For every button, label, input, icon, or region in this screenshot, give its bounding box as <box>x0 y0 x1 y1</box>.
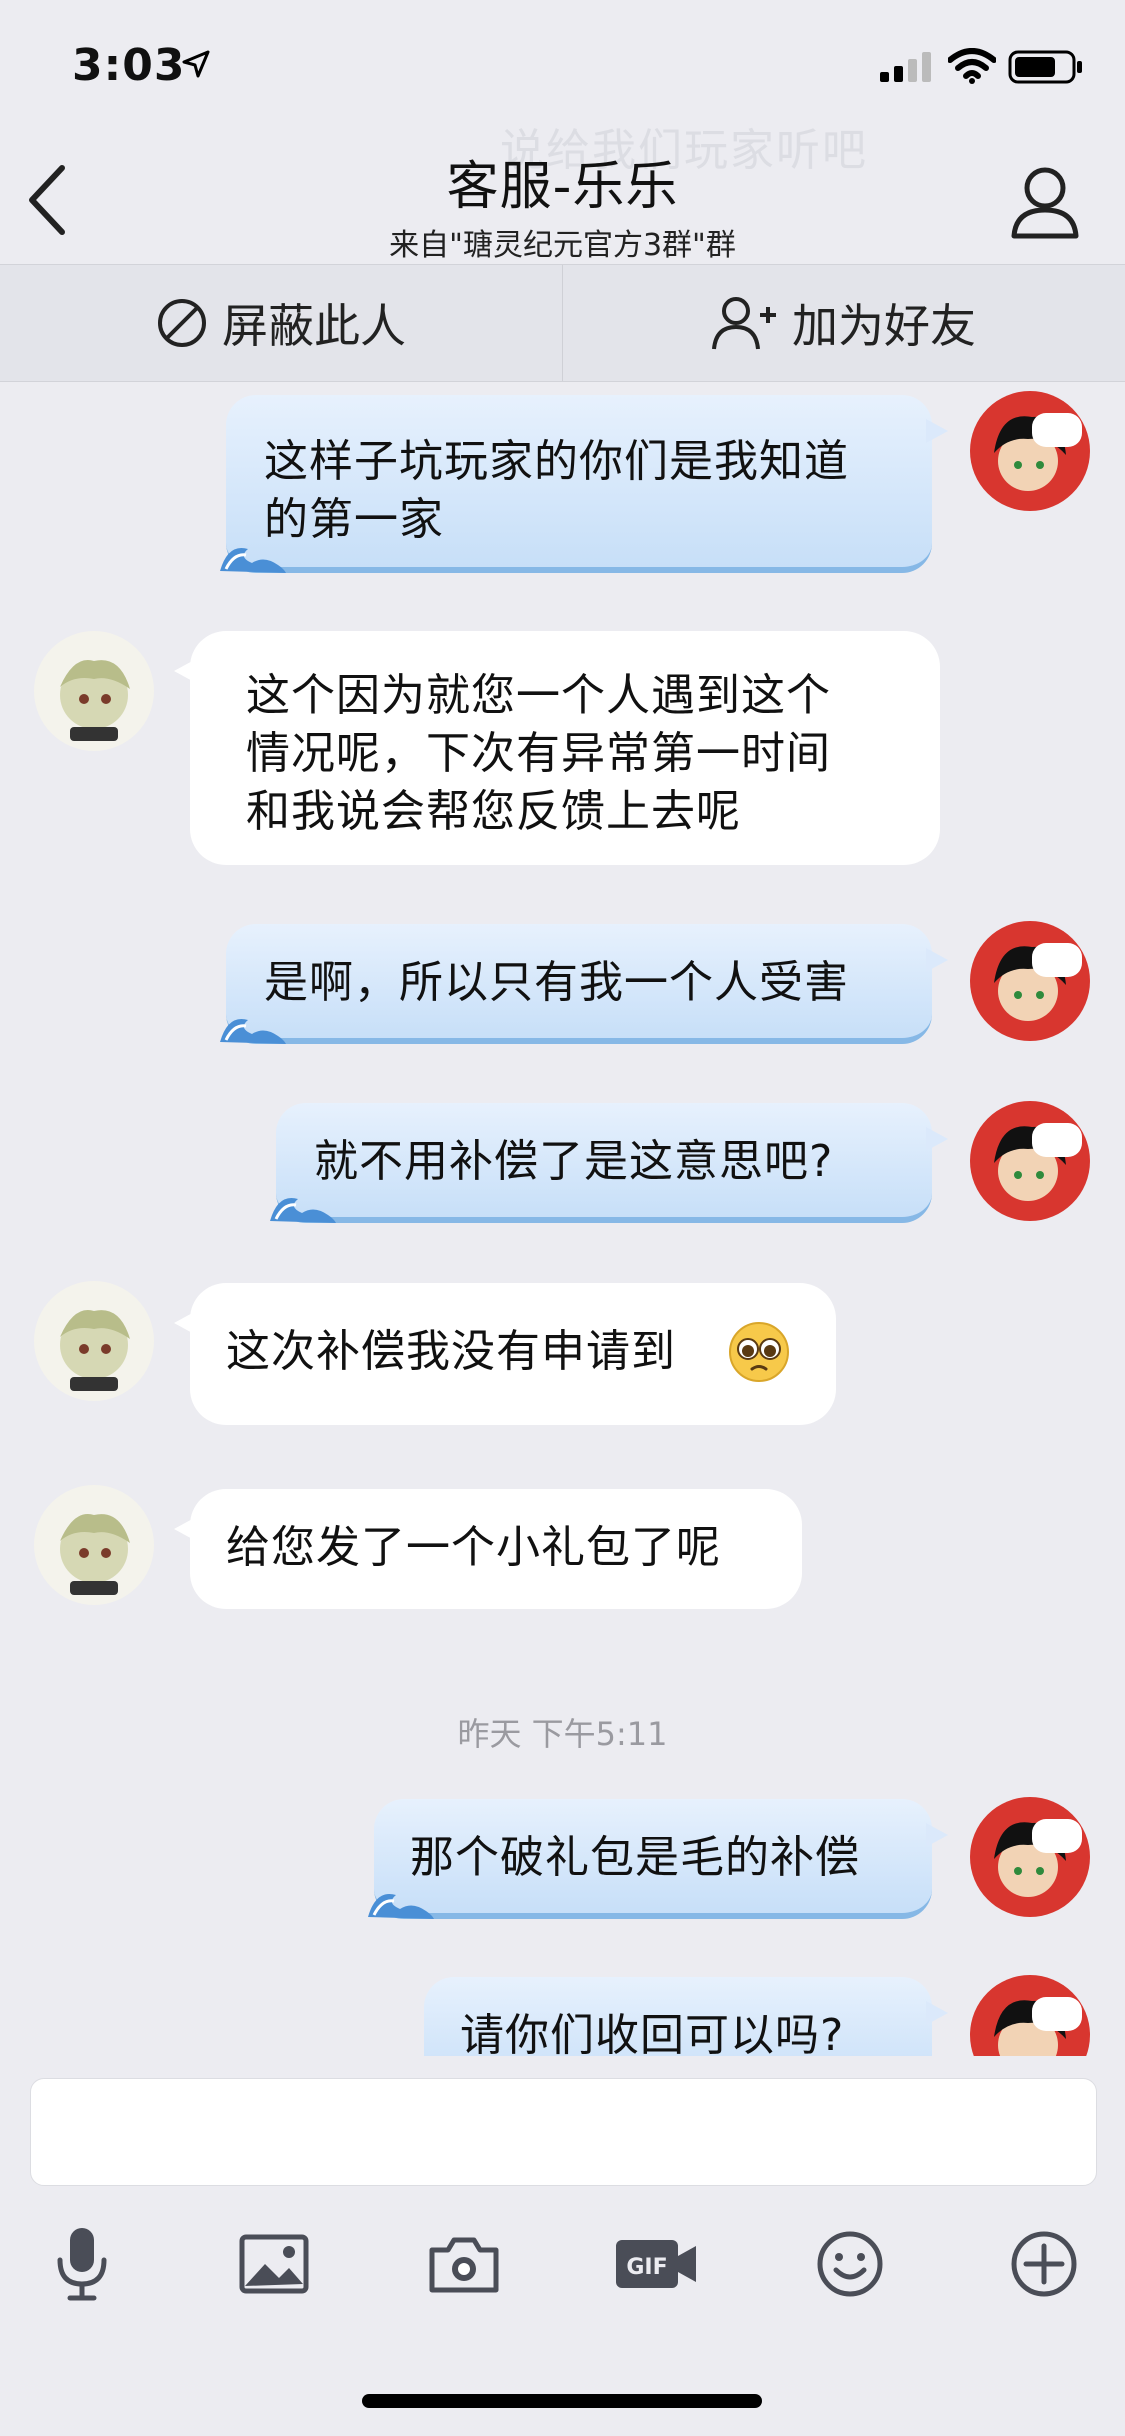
wifi-icon <box>948 48 996 84</box>
chat-header: 说给我们玩家听吧 客服-乐乐 来自"瑭灵纪元官方3群"群 <box>0 100 1125 263</box>
message-bubble-sent[interactable]: 请你们收回可以吗? <box>424 1977 948 2056</box>
wave-decoration-icon <box>270 1197 336 1223</box>
message-text: 和我说会帮您反馈上去呢 <box>246 786 741 837</box>
message-text: 的第一家 <box>264 494 444 545</box>
my-avatar[interactable] <box>970 1975 1090 2056</box>
message-bubble-received[interactable]: 这次补偿我没有申请到 <box>174 1283 836 1425</box>
input-toolbar: GIF <box>0 2210 1125 2320</box>
camera-button[interactable] <box>424 2224 504 2304</box>
image-icon <box>239 2234 309 2294</box>
message-text: 给您发了一个小礼包了呢 <box>226 1522 721 1573</box>
message-bubble-sent[interactable]: 那个破礼包是毛的补偿 <box>368 1799 948 1919</box>
image-button[interactable] <box>234 2224 314 2304</box>
service-avatar[interactable] <box>34 631 154 751</box>
action-bar: 屏蔽此人 加为好友 <box>0 264 1125 382</box>
message-bubble-received[interactable]: 给您发了一个小礼包了呢 <box>174 1489 802 1609</box>
add-friend-icon <box>712 297 776 350</box>
plus-button[interactable] <box>1004 2224 1084 2304</box>
pleading-face-emoji-icon <box>729 1322 789 1382</box>
signal-icon <box>880 52 931 82</box>
wave-decoration-icon <box>368 1893 434 1919</box>
gif-icon-label: GIF <box>626 2255 667 2280</box>
my-avatar[interactable] <box>970 1797 1090 1917</box>
microphone-button[interactable] <box>42 2224 122 2304</box>
chat-title: 客服-乐乐 <box>446 157 679 217</box>
camera-icon <box>429 2237 499 2293</box>
my-avatar[interactable] <box>970 391 1090 511</box>
microphone-icon <box>57 2228 107 2301</box>
gif-button[interactable]: GIF <box>612 2224 702 2304</box>
avatar-image-icon <box>34 1485 154 1605</box>
battery-icon <box>1008 50 1082 84</box>
message-bubble-sent[interactable]: 就不用补偿了是这意思吧? <box>270 1103 948 1223</box>
gif-icon: GIF <box>616 2240 696 2288</box>
my-avatar[interactable] <box>970 1101 1090 1221</box>
location-arrow-icon <box>182 50 210 78</box>
service-avatar[interactable] <box>34 1281 154 1401</box>
message-bubble-received[interactable]: 这个因为就您一个人遇到这个 情况呢，下次有异常第一时间 和我说会帮您反馈上去呢 <box>174 631 940 865</box>
avatar-image-icon <box>970 1975 1090 2056</box>
avatar-image-icon <box>970 1101 1090 1221</box>
message-text: 就不用补偿了是这意思吧? <box>314 1136 834 1187</box>
avatar-image-icon <box>34 631 154 751</box>
message-text: 这次补偿我没有申请到 <box>226 1326 676 1377</box>
my-avatar[interactable] <box>970 921 1090 1041</box>
plus-icon <box>1011 2231 1077 2297</box>
message-text: 这个因为就您一个人遇到这个 <box>246 670 831 721</box>
chat-message-list[interactable]: 这样子坑玩家的你们是我知道 的第一家 这个因为就您一个人遇到这个 情况呢，下次有… <box>0 381 1125 2056</box>
block-user-button[interactable]: 屏蔽此人 <box>0 265 562 381</box>
home-indicator[interactable] <box>362 2394 762 2408</box>
message-timestamp: 昨天 下午5:11 <box>457 1715 668 1753</box>
message-bubble-sent[interactable]: 是啊，所以只有我一个人受害 <box>220 924 948 1044</box>
status-time: 3:03 <box>72 40 186 91</box>
message-text: 那个破礼包是毛的补偿 <box>410 1832 860 1883</box>
emoji-button[interactable] <box>810 2224 890 2304</box>
emoji-icon <box>817 2231 883 2297</box>
block-icon <box>158 299 206 347</box>
add-friend-button[interactable]: 加为好友 <box>563 265 1125 381</box>
avatar-image-icon <box>970 391 1090 511</box>
message-input[interactable] <box>30 2078 1097 2186</box>
message-text: 是啊，所以只有我一个人受害 <box>264 957 849 1008</box>
message-text: 这样子坑玩家的你们是我知道 <box>264 436 849 487</box>
wave-decoration-icon <box>220 1018 286 1044</box>
chat-subtitle: 来自"瑭灵纪元官方3群"群 <box>389 228 736 263</box>
avatar-image-icon <box>970 1797 1090 1917</box>
message-bubble-sent[interactable]: 这样子坑玩家的你们是我知道 的第一家 <box>220 395 948 573</box>
message-text: 情况呢，下次有异常第一时间 <box>246 728 831 779</box>
avatar-image-icon <box>34 1281 154 1401</box>
avatar-image-icon <box>970 921 1090 1041</box>
add-friend-label: 加为好友 <box>792 299 976 353</box>
profile-icon[interactable] <box>1010 162 1080 242</box>
service-avatar[interactable] <box>34 1485 154 1605</box>
wave-decoration-icon <box>220 547 286 573</box>
block-user-label: 屏蔽此人 <box>222 299 406 353</box>
message-text: 请你们收回可以吗? <box>460 2010 845 2056</box>
